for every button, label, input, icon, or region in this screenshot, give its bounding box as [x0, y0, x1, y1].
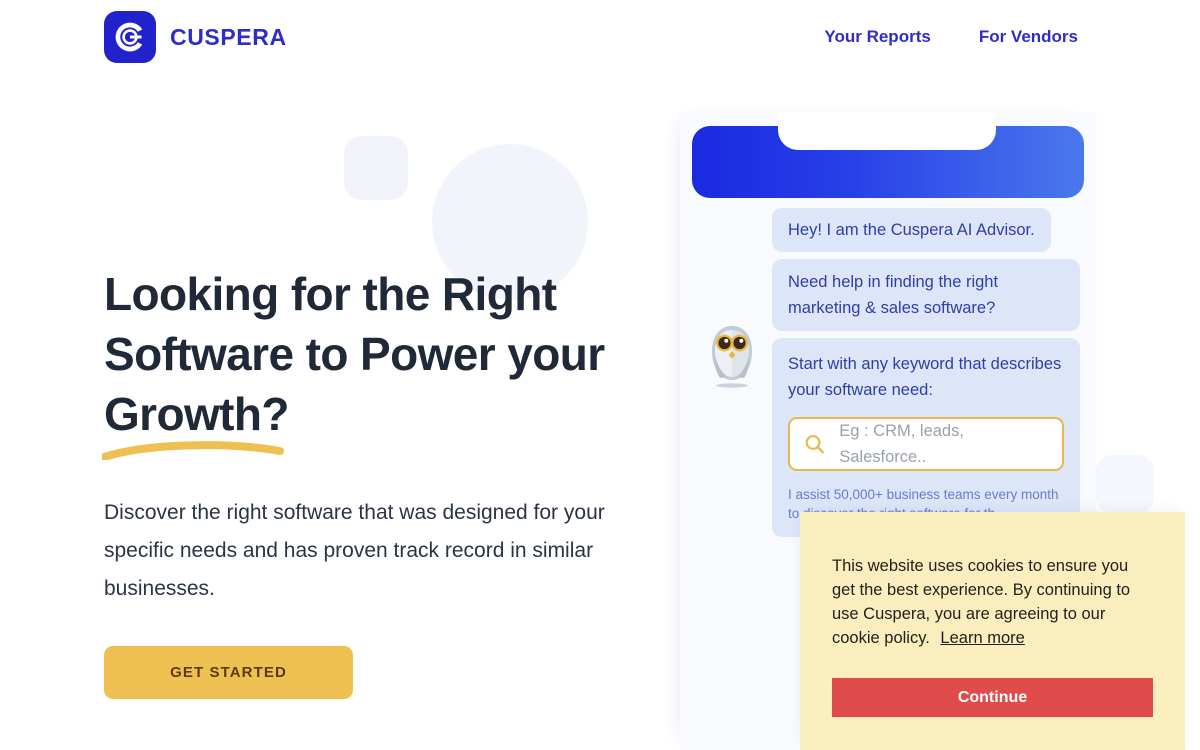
cuspera-c-logo-icon — [104, 11, 156, 63]
brand-logo[interactable]: CUSPERA — [104, 11, 287, 63]
keyword-search-input[interactable]: Eg : CRM, leads, Salesforce.. — [839, 418, 1048, 470]
chat-bubble-prompt-text: Start with any keyword that describes yo… — [788, 355, 1062, 399]
chat-bubble-greeting: Hey! I am the Cuspera AI Advisor. — [772, 208, 1051, 252]
chat-bubble-question: Need help in finding the right marketing… — [772, 259, 1080, 331]
hero-subtitle: Discover the right software that was des… — [104, 501, 605, 600]
cookie-learn-more-link[interactable]: Learn more — [940, 629, 1024, 647]
hero-title-line-3: Growth? — [104, 388, 289, 440]
keyword-search-box[interactable]: Eg : CRM, leads, Salesforce.. — [788, 417, 1064, 471]
hero-section: Looking for the Right Software to Power … — [102, 264, 664, 699]
brand-name: CUSPERA — [170, 23, 287, 50]
page-root: CUSPERA Your Reports For Vendors Looking… — [0, 0, 1200, 750]
chat-bubble-prompt: Start with any keyword that describes yo… — [772, 338, 1080, 537]
nav-link-for-vendors[interactable]: For Vendors — [979, 27, 1078, 47]
site-header: CUSPERA Your Reports For Vendors — [0, 0, 1200, 74]
decorative-rounded-square — [344, 136, 408, 200]
phone-notch — [778, 112, 996, 150]
owl-mascot-avatar — [708, 322, 756, 390]
cookie-continue-button[interactable]: Continue — [832, 678, 1153, 717]
hero-title-line-3-wrap: Growth? — [102, 384, 289, 460]
underline-swoosh-decoration — [102, 441, 284, 460]
cookie-consent-banner: This website uses cookies to ensure you … — [800, 512, 1185, 750]
chat-row-1: Hey! I am the Cuspera AI Advisor. — [680, 208, 1096, 259]
get-started-button[interactable]: GET STARTED — [104, 646, 353, 699]
search-icon — [805, 435, 825, 454]
cookie-message: This website uses cookies to ensure you … — [832, 554, 1153, 650]
hero-title: Looking for the Right Software to Power … — [102, 264, 664, 460]
main-nav: Your Reports For Vendors — [824, 27, 1078, 47]
nav-link-your-reports[interactable]: Your Reports — [824, 27, 930, 47]
hero-title-line-1: Looking for the Right — [104, 268, 557, 320]
decorative-rounded-square-secondary — [1096, 455, 1154, 513]
hero-title-line-2: Software to Power your — [104, 328, 605, 380]
